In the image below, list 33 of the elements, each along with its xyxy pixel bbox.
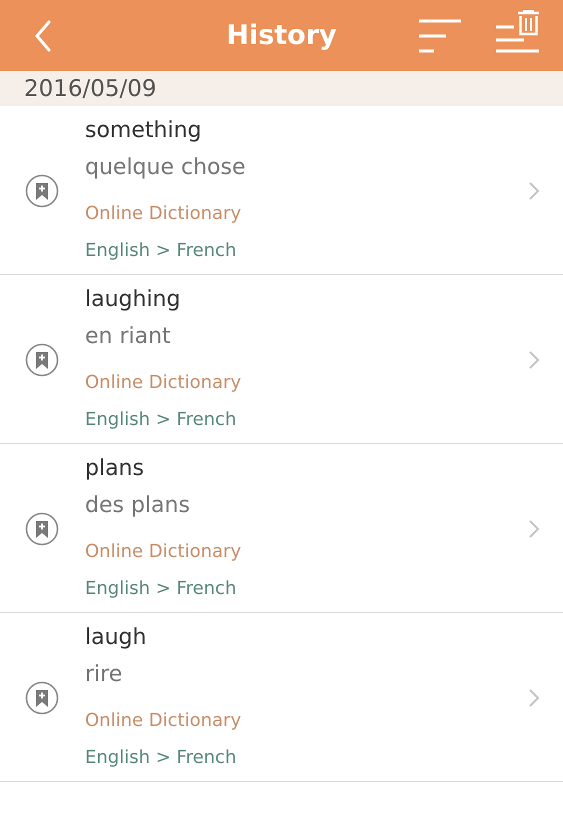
entry-translation: en riant <box>85 323 172 351</box>
bookmark-add-icon[interactable] <box>25 680 59 714</box>
history-item[interactable]: plans des plans Online Dictionary English > French <box>0 444 563 613</box>
entry-language-pair: English > French <box>85 577 238 601</box>
bookmark-add-icon[interactable] <box>25 342 59 376</box>
bookmark-add-icon[interactable] <box>25 174 59 208</box>
date-header: 2016/05/09 <box>0 71 563 106</box>
entry-translation: rire <box>85 661 124 689</box>
history-item[interactable]: laughing en riant Online Dictionary English > French <box>0 275 563 444</box>
entry-word: laugh <box>85 624 148 652</box>
entry-language-pair: English > French <box>85 239 238 263</box>
back-icon[interactable] <box>34 20 52 52</box>
history-item[interactable]: something quelque chose Online Dictionary English > French <box>0 106 563 275</box>
screen-title: History <box>226 20 337 51</box>
entry-source: Online Dictionary <box>85 540 242 564</box>
entry-word: plans <box>85 455 145 483</box>
entry-source: Online Dictionary <box>85 709 242 733</box>
entry-word: something <box>85 117 202 145</box>
clear-list-icon[interactable] <box>496 10 540 54</box>
entry-language-pair: English > French <box>85 746 238 770</box>
chevron-icon <box>528 688 540 708</box>
bookmark-add-icon[interactable] <box>25 512 59 546</box>
entry-translation: des plans <box>85 492 191 520</box>
chevron-icon <box>528 518 540 538</box>
entry-translation: quelque chose <box>85 154 246 182</box>
chevron-icon <box>528 180 540 200</box>
entry-language-pair: English > French <box>85 408 238 432</box>
sort-icon[interactable] <box>419 18 461 54</box>
history-item[interactable]: laugh rire Online Dictionary English > French <box>0 613 563 782</box>
entry-source: Online Dictionary <box>85 371 242 395</box>
entry-source: Online Dictionary <box>85 202 242 226</box>
chevron-icon <box>528 350 540 370</box>
entry-word: laughing <box>85 286 182 314</box>
